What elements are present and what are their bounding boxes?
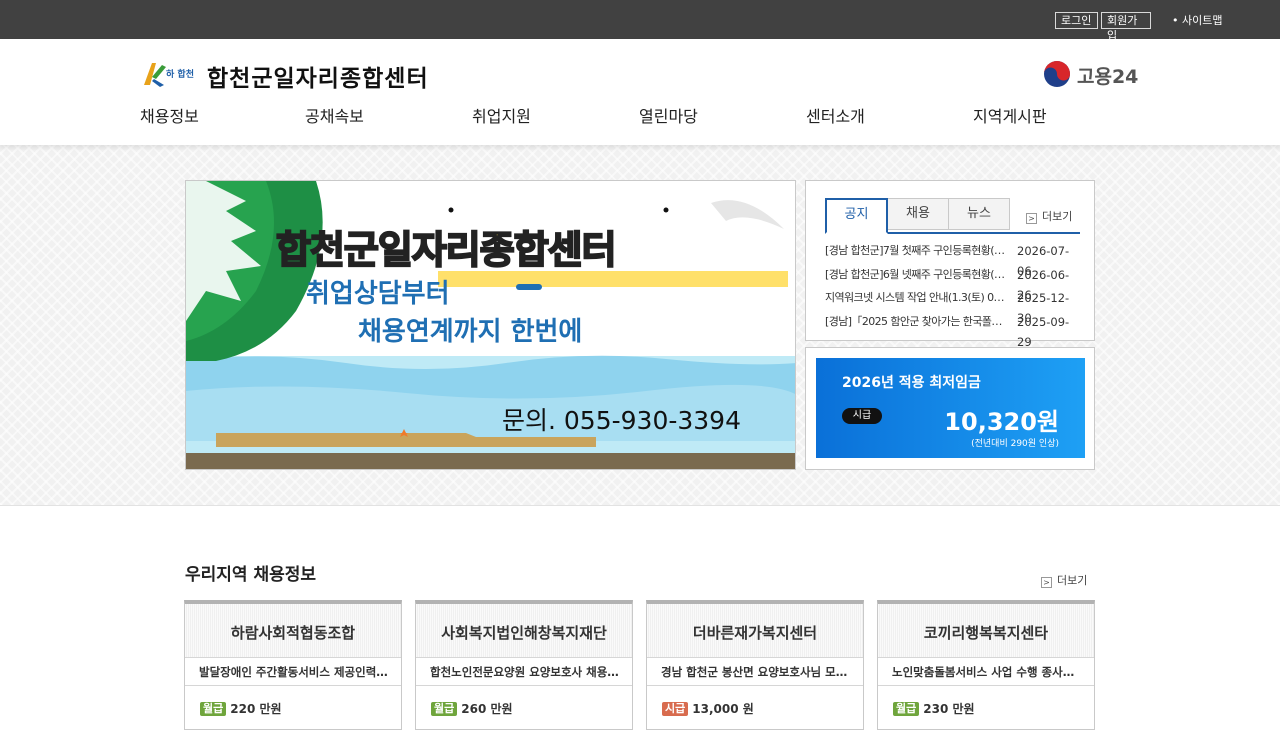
pay-type-badge: 시급 <box>662 702 689 716</box>
list-item[interactable]: 지역워크넷 시스템 작업 안내(1.3(토) 08:00~) 2025-12-3… <box>825 288 1083 325</box>
notice-date: 2025-09-29 <box>1017 314 1070 349</box>
min-wage-amount: 10,320원 <box>944 408 1059 436</box>
chevron-right-icon: > <box>1041 577 1052 588</box>
tab-notice[interactable]: 공지 <box>825 198 888 234</box>
pay-amount: 260 만원 <box>461 702 513 716</box>
pay-amount: 230 만원 <box>923 702 975 716</box>
pay-type-badge: 월급 <box>893 702 920 716</box>
job-card-pay: 시급 13,000 원 <box>662 700 754 717</box>
job-card-company[interactable]: 코끼리행복복지센타 <box>878 604 1094 658</box>
job-card-pay: 월급 260 만원 <box>431 700 513 717</box>
job-card-desc[interactable]: 발달장애인 주간활동서비스 제공인력 모집 <box>199 664 389 680</box>
job-card-company[interactable]: 사회복지법인해창복지재단 <box>416 604 632 658</box>
jobs-more-link[interactable]: > 더보기 <box>1041 572 1087 588</box>
min-wage-banner[interactable]: 2026년 적용 최저임금 시급 10,320원 (전년대비 290원 인상) <box>816 358 1085 458</box>
tab-news[interactable]: 뉴스 <box>948 198 1010 230</box>
job-card-pay: 월급 220 만원 <box>200 700 282 717</box>
job-card-desc[interactable]: 합천노인전문요양원 요양보호사 채용 공고 <box>430 664 620 680</box>
job-card-desc[interactable]: 노인맞춤돌봄서비스 사업 수행 종사자 모집 <box>892 664 1082 680</box>
notice-list: [경남 합천군]7월 첫째주 구인등록현황(2026.07.06) 2026-0… <box>825 241 1083 349</box>
notice-title[interactable]: [경남]「2025 함안군 찾아가는 한국폴리텍대학」 <box>825 312 1007 332</box>
nav-item-center-intro[interactable]: 센터소개 <box>806 103 865 127</box>
login-button[interactable]: 로그인 <box>1055 12 1098 29</box>
pay-amount: 13,000 원 <box>692 702 754 716</box>
divider <box>878 685 1094 686</box>
notice-more-label: 더보기 <box>1042 210 1073 223</box>
job-card[interactable]: 하람사회적협동조합 발달장애인 주간활동서비스 제공인력 모집 월급 220 만원 <box>184 600 402 730</box>
notice-title[interactable]: [경남 합천군]7월 첫째주 구인등록현황(2026.07.06) <box>825 241 1007 261</box>
min-wage-title: 2026년 적용 최저임금 <box>842 375 981 391</box>
job-card-pay: 월급 230 만원 <box>893 700 975 717</box>
min-wage-tag: 시급 <box>842 408 882 424</box>
top-utility-bar: 로그인 회원가입 사이트맵 <box>0 0 1280 42</box>
job-card[interactable]: 사회복지법인해창복지재단 합천노인전문요양원 요양보호사 채용 공고 월급 260… <box>415 600 633 730</box>
site-logo-text[interactable]: 합천군일자리종합센터 <box>207 59 429 93</box>
nav-item-employment-support[interactable]: 취업지원 <box>472 103 531 127</box>
pay-amount: 220 만원 <box>230 702 282 716</box>
pay-type-badge: 월급 <box>200 702 227 716</box>
logo-mark-text: 하 합천 <box>166 68 194 80</box>
nav-item-open-forum[interactable]: 열린마당 <box>639 103 698 127</box>
pay-type-badge: 월급 <box>431 702 458 716</box>
divider <box>185 685 401 686</box>
nav-item-public-recruit[interactable]: 공채속보 <box>305 103 364 127</box>
divider <box>647 685 863 686</box>
chevron-right-icon: > <box>1026 213 1037 224</box>
list-item[interactable]: [경남 합천군]6월 넷째주 구인등록현황(2026.06.26) 2026-0… <box>825 265 1083 302</box>
nav-item-local-board[interactable]: 지역게시판 <box>973 103 1047 127</box>
job-card[interactable]: 코끼리행복복지센타 노인맞춤돌봄서비스 사업 수행 종사자 모집 월급 230 만… <box>877 600 1095 730</box>
list-item[interactable]: [경남 합천군]7월 첫째주 구인등록현황(2026.07.06) 2026-0… <box>825 241 1083 278</box>
hapcheon-logo-icon[interactable]: 하 합천 <box>142 59 202 89</box>
list-item[interactable]: [경남]「2025 함안군 찾아가는 한국폴리텍대학」 2025-09-29 <box>825 312 1083 349</box>
notice-title[interactable]: 지역워크넷 시스템 작업 안내(1.3(토) 08:00~) <box>825 288 1007 308</box>
site-header: 하 합천 합천군일자리종합센터 고용24 채용정보 공채속보 취업지원 열린마당… <box>0 39 1280 145</box>
banner-phone: 문의. 055-930-3394 <box>502 406 741 435</box>
job-card[interactable]: 더바른재가복지센터 경남 합천군 봉산면 요양보호사님 모집합니다 시급13,0… <box>646 600 864 730</box>
banner-subtitle-2: 채용연계까지 한번에 <box>358 317 583 347</box>
banner-title: 합천군일자리종합센터 <box>275 227 618 273</box>
jobs-more-label: 더보기 <box>1057 574 1088 587</box>
notice-board: 채용 뉴스 공지 > 더보기 [경남 합천군]7월 첫째주 구인등록현황(2026… <box>805 180 1095 349</box>
job-card-desc[interactable]: 경남 합천군 봉산면 요양보호사님 모집합니다 <box>661 664 851 680</box>
min-wage-box: 2026년 적용 최저임금 시급 10,320원 (전년대비 290원 인상) <box>805 347 1095 470</box>
jobs-section-title: 우리지역 채용정보 <box>185 565 317 585</box>
divider <box>416 685 632 686</box>
nav-item-job-info[interactable]: 채용정보 <box>140 103 199 127</box>
job-card-company[interactable]: 하람사회적협동조합 <box>185 604 401 658</box>
banner-subtitle-1: 취업상담부터 <box>306 279 450 309</box>
job-card-company[interactable]: 더바른재가복지센터 <box>647 604 863 658</box>
min-wage-note: (전년대비 290원 인상) <box>971 439 1059 449</box>
main-banner[interactable]: 합천군일자리종합센터 취업상담부터 채용연계까지 한번에 문의. 055-930… <box>185 180 796 470</box>
employment24-logo-text[interactable]: 고용24 <box>1077 62 1138 89</box>
notice-more-link[interactable]: > 더보기 <box>1026 208 1072 224</box>
tab-recruit[interactable]: 채용 <box>887 198 949 230</box>
join-button[interactable]: 회원가입 <box>1101 12 1151 42</box>
sitemap-link[interactable]: 사이트맵 <box>1172 13 1222 28</box>
notice-title[interactable]: [경남 합천군]6월 넷째주 구인등록현황(2026.06.26) <box>825 265 1007 285</box>
